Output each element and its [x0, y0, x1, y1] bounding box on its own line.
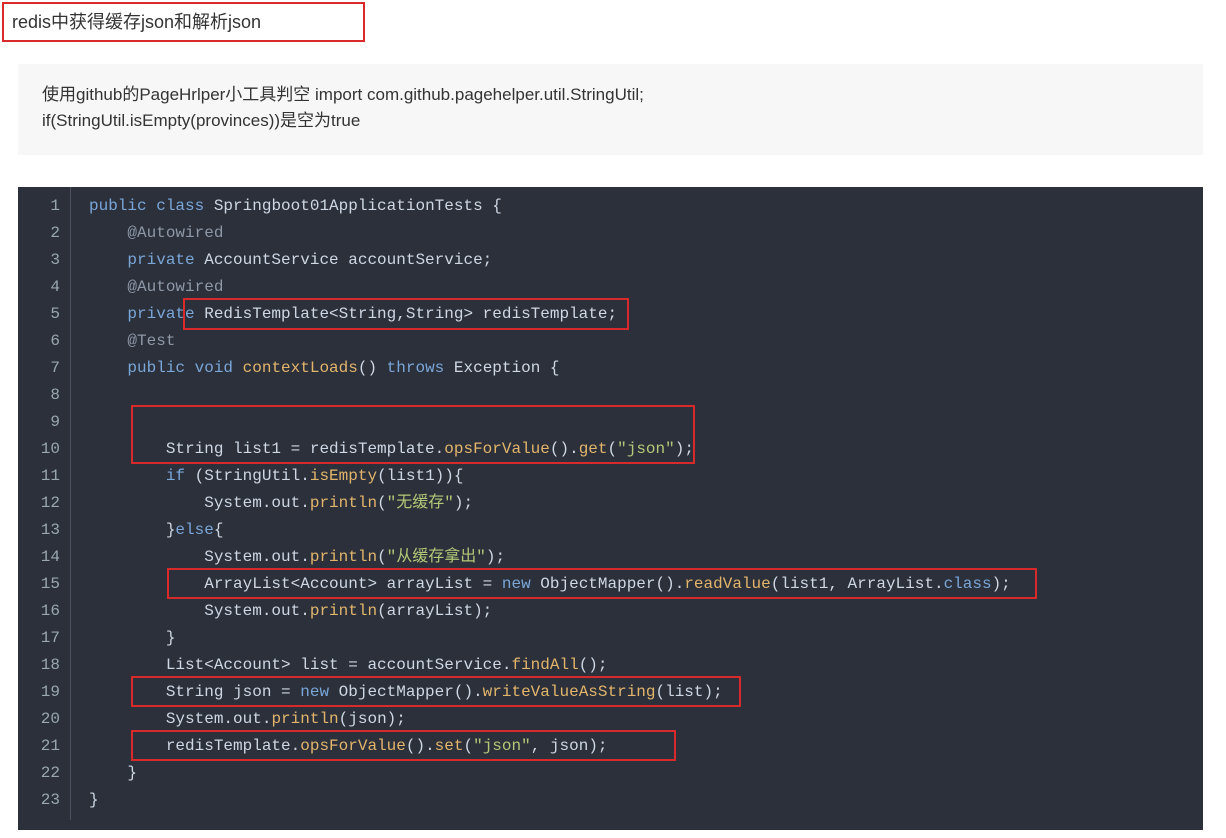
line-number: 12 [18, 490, 60, 517]
code-line: List<Account> list = accountService.find… [89, 652, 1203, 679]
code-line: } [89, 760, 1203, 787]
line-number: 4 [18, 274, 60, 301]
code-line: System.out.println("从缓存拿出"); [89, 544, 1203, 571]
code-block: 1 2 3 4 5 6 7 8 9 10 11 12 13 14 15 16 1… [18, 187, 1203, 830]
line-number: 10 [18, 436, 60, 463]
line-number: 5 [18, 301, 60, 328]
line-number: 13 [18, 517, 60, 544]
line-number: 17 [18, 625, 60, 652]
code-line: ArrayList<Account> arrayList = new Objec… [89, 571, 1203, 598]
code-line: @Autowired [89, 274, 1203, 301]
line-number: 8 [18, 382, 60, 409]
code-line [89, 382, 1203, 409]
code-line: public void contextLoads() throws Except… [89, 355, 1203, 382]
line-number: 20 [18, 706, 60, 733]
line-number: 2 [18, 220, 60, 247]
line-number: 22 [18, 760, 60, 787]
info-block: 使用github的PageHrlper小工具判空 import com.gith… [18, 64, 1203, 155]
line-number: 14 [18, 544, 60, 571]
code-line: } [89, 625, 1203, 652]
info-line-2: if(StringUtil.isEmpty(provinces))是空为true [42, 108, 1179, 134]
code-line: @Test [89, 328, 1203, 355]
code-line: if (StringUtil.isEmpty(list1)){ [89, 463, 1203, 490]
line-number: 3 [18, 247, 60, 274]
code-line: System.out.println("无缓存"); [89, 490, 1203, 517]
line-number: 6 [18, 328, 60, 355]
code-line: redisTemplate.opsForValue().set("json", … [89, 733, 1203, 760]
code-line: }else{ [89, 517, 1203, 544]
code-line: System.out.println(arrayList); [89, 598, 1203, 625]
line-number: 7 [18, 355, 60, 382]
code-line: private AccountService accountService; [89, 247, 1203, 274]
code-area: public class Springboot01ApplicationTest… [70, 187, 1203, 820]
code-line: String list1 = redisTemplate.opsForValue… [89, 436, 1203, 463]
line-number: 21 [18, 733, 60, 760]
code-line: private RedisTemplate<String,String> red… [89, 301, 1203, 328]
code-line: } [89, 787, 1203, 814]
line-number: 23 [18, 787, 60, 814]
line-number: 18 [18, 652, 60, 679]
code-line: @Autowired [89, 220, 1203, 247]
title-box: redis中获得缓存json和解析json [2, 2, 365, 42]
line-number: 15 [18, 571, 60, 598]
title-text: redis中获得缓存json和解析json [12, 12, 261, 32]
code-line [89, 409, 1203, 436]
line-number: 11 [18, 463, 60, 490]
code-line: System.out.println(json); [89, 706, 1203, 733]
line-number: 1 [18, 193, 60, 220]
code-line: public class Springboot01ApplicationTest… [89, 193, 1203, 220]
code-line: String json = new ObjectMapper().writeVa… [89, 679, 1203, 706]
line-number: 16 [18, 598, 60, 625]
line-number: 19 [18, 679, 60, 706]
line-number: 9 [18, 409, 60, 436]
line-number-gutter: 1 2 3 4 5 6 7 8 9 10 11 12 13 14 15 16 1… [18, 187, 70, 820]
info-line-1: 使用github的PageHrlper小工具判空 import com.gith… [42, 82, 1179, 108]
